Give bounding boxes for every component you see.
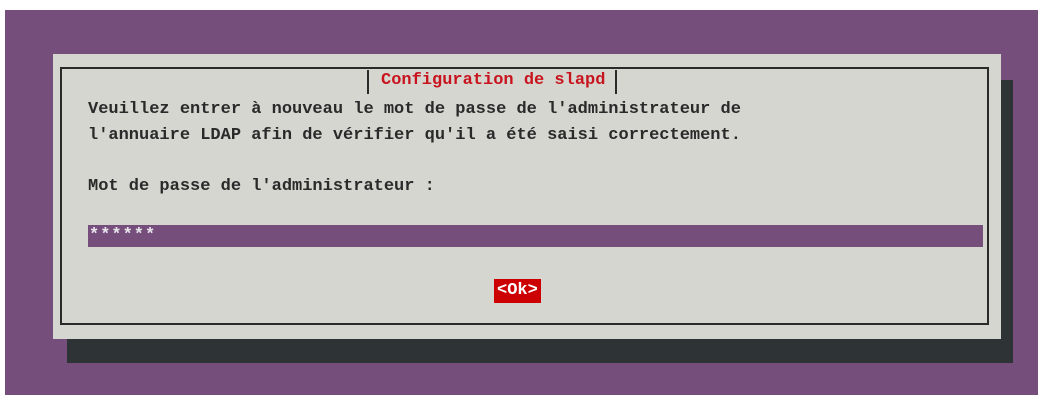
- dialog-window: Configuration de slapd Veuillez entrer à…: [53, 54, 1001, 339]
- ok-button[interactable]: <Ok>: [494, 279, 541, 303]
- password-prompt-label: Mot de passe de l'administrateur :: [88, 177, 435, 196]
- input-underline: [172, 249, 983, 250]
- terminal-background: Configuration de slapd Veuillez entrer à…: [5, 10, 1038, 395]
- message-line-1: Veuillez entrer à nouveau le mot de pass…: [88, 100, 741, 119]
- message-line-2: l'annuaire LDAP afin de vérifier qu'il a…: [88, 126, 741, 145]
- password-masked-value: ******: [89, 226, 157, 245]
- password-input[interactable]: ******: [88, 225, 983, 250]
- dialog-title: Configuration de slapd: [367, 70, 618, 94]
- dialog-frame: Configuration de slapd Veuillez entrer à…: [60, 67, 989, 325]
